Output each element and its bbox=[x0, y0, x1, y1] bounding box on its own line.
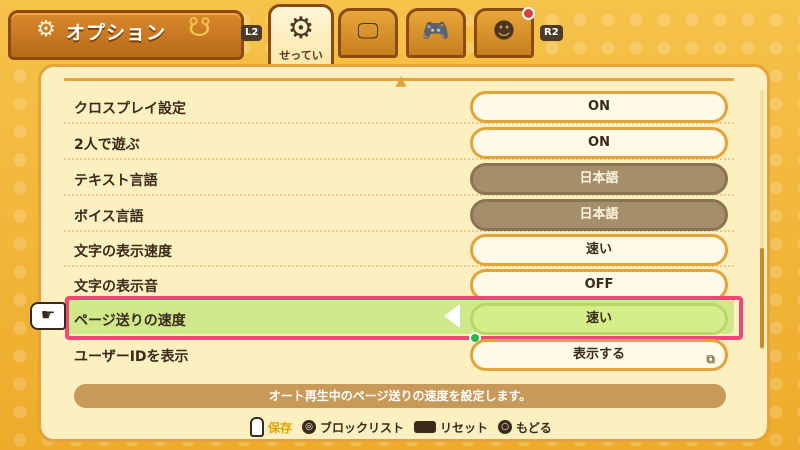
option-value-button[interactable]: 速い bbox=[470, 234, 728, 266]
option-row-text-language[interactable]: テキスト言語 日本語 bbox=[64, 160, 734, 196]
gear-icon: ⚙ bbox=[287, 11, 315, 46]
option-row-text-speed[interactable]: 文字の表示速度 速い bbox=[64, 231, 734, 267]
option-label: 文字の表示速度 bbox=[74, 244, 172, 260]
option-row-user-id[interactable]: ユーザーIDを表示 表示する ⧉ bbox=[64, 332, 734, 371]
hint-reset[interactable]: リセット bbox=[414, 419, 488, 436]
tab-controller[interactable]: 🎮 bbox=[406, 8, 466, 58]
option-label: ページ送りの速度 bbox=[74, 313, 186, 329]
option-value-button[interactable]: OFF bbox=[470, 269, 728, 301]
option-value-button[interactable]: 表示する ⧉ bbox=[470, 339, 728, 371]
description-bar: オート再生中のページ送りの速度を設定します。 bbox=[74, 384, 726, 408]
touchpad-icon bbox=[414, 421, 437, 433]
character-icon: ☻ bbox=[492, 19, 516, 44]
option-row-two-player[interactable]: 2人で遊ぶ ON bbox=[64, 124, 734, 160]
option-label: クロスプレイ設定 bbox=[74, 101, 186, 117]
option-label: ボイス言語 bbox=[74, 209, 144, 225]
circle-button-icon: ○ bbox=[498, 420, 513, 434]
monitor-icon: 🖵 bbox=[357, 19, 379, 44]
scrollbar-thumb[interactable] bbox=[760, 248, 764, 348]
option-label: 文字の表示音 bbox=[74, 279, 158, 295]
notification-dot bbox=[522, 7, 535, 20]
stick-icon bbox=[250, 417, 264, 437]
option-value-button[interactable]: 速い bbox=[470, 303, 728, 335]
option-row-crossplay[interactable]: クロスプレイ設定 ON bbox=[64, 88, 734, 124]
button-hints: 保存 ◎ ブロックリスト リセット ○ もどる bbox=[250, 417, 552, 437]
option-value-button[interactable]: ON bbox=[470, 127, 728, 159]
tab-settings-label: せってい bbox=[279, 49, 323, 62]
r2-shoulder-hint[interactable]: R2 bbox=[540, 25, 563, 41]
external-link-icon: ⧉ bbox=[706, 352, 715, 366]
options-button-icon: ◎ bbox=[302, 420, 317, 434]
swirl-logo-icon: ☋ bbox=[188, 13, 212, 43]
hint-save[interactable]: 保存 bbox=[250, 417, 292, 437]
hint-save-label: 保存 bbox=[268, 420, 293, 435]
tab-display[interactable]: 🖵 bbox=[338, 8, 398, 58]
option-value-button[interactable]: 日本語 bbox=[470, 199, 728, 231]
tab-settings[interactable]: ⚙ せってい bbox=[268, 4, 334, 72]
option-label: 2人で遊ぶ bbox=[74, 137, 140, 153]
hint-back-label: もどる bbox=[516, 420, 552, 435]
gear-icon: ⚙ bbox=[36, 17, 56, 42]
option-label: テキスト言語 bbox=[74, 173, 158, 189]
option-value-button[interactable]: ON bbox=[470, 91, 728, 123]
hint-back[interactable]: ○ もどる bbox=[498, 419, 552, 436]
page-title: オプション bbox=[66, 22, 167, 44]
option-label: ユーザーIDを表示 bbox=[74, 349, 189, 365]
hint-reset-label: リセット bbox=[440, 420, 489, 435]
gamepad-icon: 🎮 bbox=[422, 19, 450, 44]
tab-character[interactable]: ☻ bbox=[474, 7, 535, 58]
option-row-text-sound[interactable]: 文字の表示音 OFF bbox=[64, 266, 734, 302]
option-row-page-speed[interactable]: ページ送りの速度 速い bbox=[64, 300, 734, 335]
l2-shoulder-hint[interactable]: L2 bbox=[241, 25, 263, 41]
option-value-button[interactable]: 日本語 bbox=[470, 163, 728, 195]
hand-pointer-icon: ☛ bbox=[30, 302, 66, 330]
option-value-text: 表示する bbox=[572, 347, 625, 362]
scroll-up-icon[interactable]: ▲ bbox=[390, 74, 412, 88]
hint-block-list[interactable]: ◎ ブロックリスト bbox=[302, 419, 404, 436]
option-row-voice-language[interactable]: ボイス言語 日本語 bbox=[64, 196, 734, 232]
arrow-left-icon[interactable] bbox=[444, 304, 460, 328]
hint-block-list-label: ブロックリスト bbox=[320, 420, 405, 435]
